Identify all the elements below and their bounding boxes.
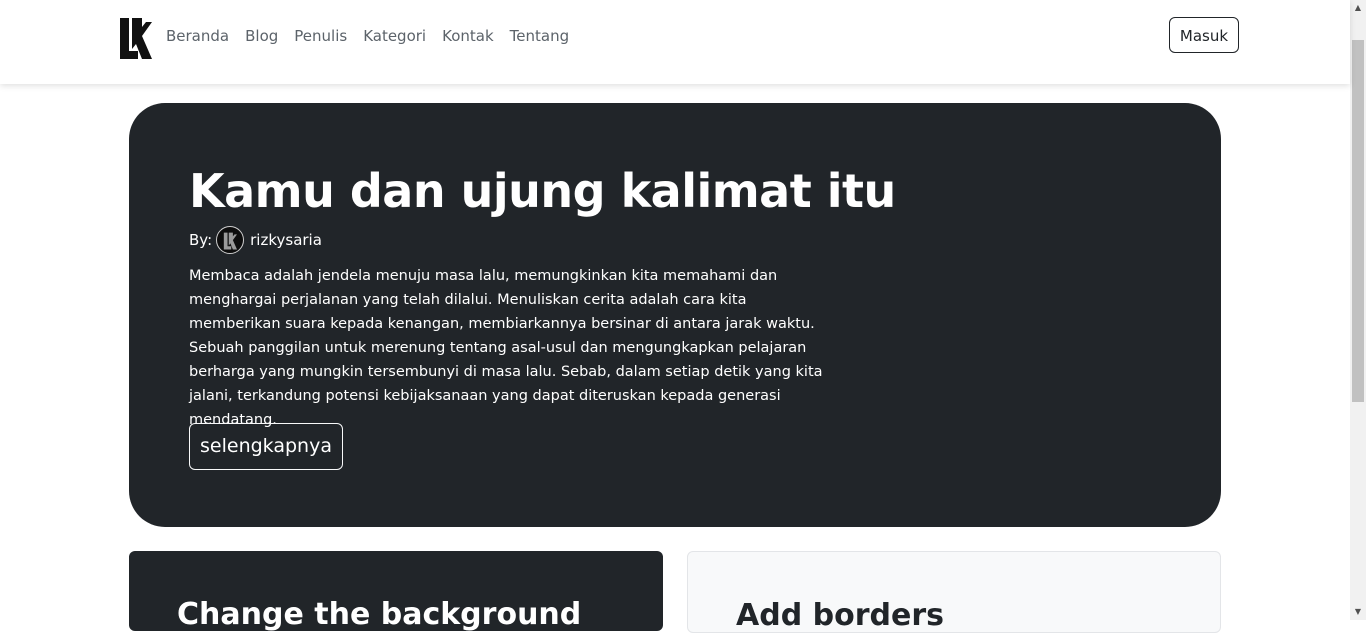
- byline: By: rizkysaria: [189, 226, 322, 254]
- scrollbar-thumb[interactable]: [1352, 40, 1364, 402]
- hero-banner: Kamu dan ujung kalimat itu By: rizkysari…: [129, 103, 1221, 527]
- nav-link-beranda[interactable]: Beranda: [166, 26, 229, 46]
- avatar-logo-icon: [223, 232, 238, 250]
- hero-paragraph: Membaca adalah jendela menuju masa lalu,…: [189, 268, 823, 428]
- scroll-down-arrow-icon[interactable]: ▼: [1350, 604, 1366, 620]
- page-scrollbar[interactable]: ▲ ▼: [1350, 0, 1366, 620]
- author-name[interactable]: rizkysaria: [250, 231, 322, 249]
- nav-link-kontak[interactable]: Kontak: [442, 26, 494, 46]
- author-avatar[interactable]: [216, 226, 245, 254]
- hero-title: Kamu dan ujung kalimat itu: [189, 164, 896, 218]
- top-navbar: Beranda Blog Penulis Kategori Kontak Ten…: [0, 0, 1350, 84]
- light-card-title: Add borders: [736, 598, 944, 633]
- dark-feature-card: Change the background: [129, 551, 663, 631]
- nav-link-tentang[interactable]: Tentang: [510, 26, 569, 46]
- nav-link-blog[interactable]: Blog: [245, 26, 278, 46]
- brand-logo-icon[interactable]: [118, 14, 152, 60]
- nav-link-kategori[interactable]: Kategori: [363, 26, 426, 46]
- login-button[interactable]: Masuk: [1169, 17, 1239, 53]
- light-feature-card: Add borders: [687, 551, 1221, 633]
- scroll-up-arrow-icon[interactable]: ▲: [1350, 0, 1366, 16]
- dark-card-title: Change the background: [177, 597, 582, 631]
- nav-links: Beranda Blog Penulis Kategori Kontak Ten…: [166, 26, 585, 46]
- read-more-button[interactable]: selengkapnya: [189, 423, 343, 470]
- by-label: By:: [189, 231, 213, 249]
- nav-link-penulis[interactable]: Penulis: [294, 26, 347, 46]
